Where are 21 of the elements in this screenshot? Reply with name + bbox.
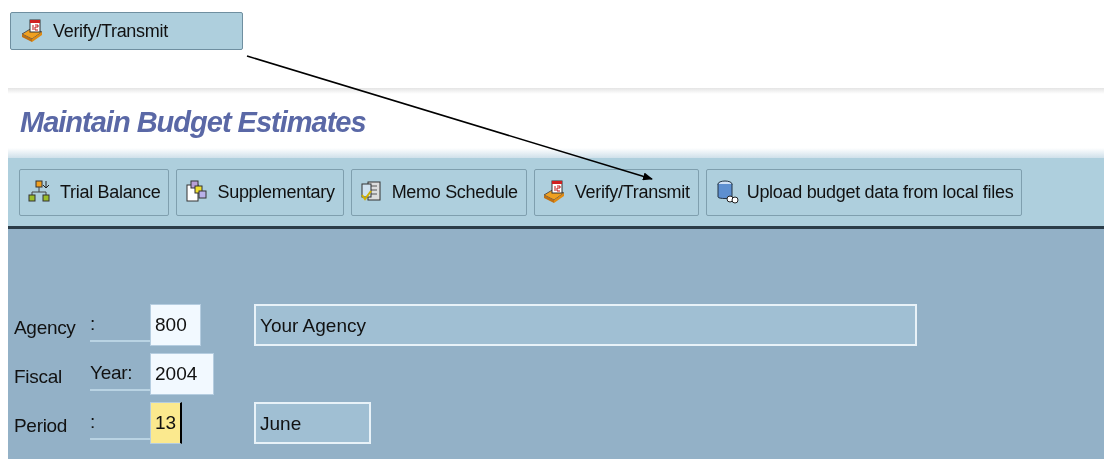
input-field[interactable]: 13 <box>150 402 182 444</box>
toolbar-button[interactable]: Upload budget data from local files <box>705 168 1023 216</box>
hierarchy-icon <box>28 180 52 204</box>
verify-transmit-button[interactable]: Verify/Transmit <box>10 12 243 50</box>
field-label: Agency <box>14 315 77 340</box>
toolbar-button[interactable]: Memo Schedule <box>350 168 527 216</box>
screen-title: Maintain Budget Estimates <box>20 105 366 141</box>
documents-icon <box>185 180 210 204</box>
toolbar-button[interactable]: Supplementary <box>176 168 344 216</box>
input-field[interactable]: 2004 <box>150 353 214 395</box>
calendar-tray-icon <box>21 19 45 43</box>
description-field: Your Agency <box>254 304 917 346</box>
memo-checklist-icon <box>359 180 384 204</box>
input-field[interactable]: 800 <box>150 304 201 346</box>
field-label: Period <box>14 413 69 438</box>
toolbar-button[interactable]: Trial Balance <box>19 168 170 216</box>
calendar-tray-icon <box>542 180 567 204</box>
database-icon <box>714 180 739 204</box>
field-label: Fiscal <box>14 364 63 389</box>
toolbar-button[interactable]: Verify/Transmit <box>533 168 699 216</box>
description-field: June <box>254 402 371 444</box>
